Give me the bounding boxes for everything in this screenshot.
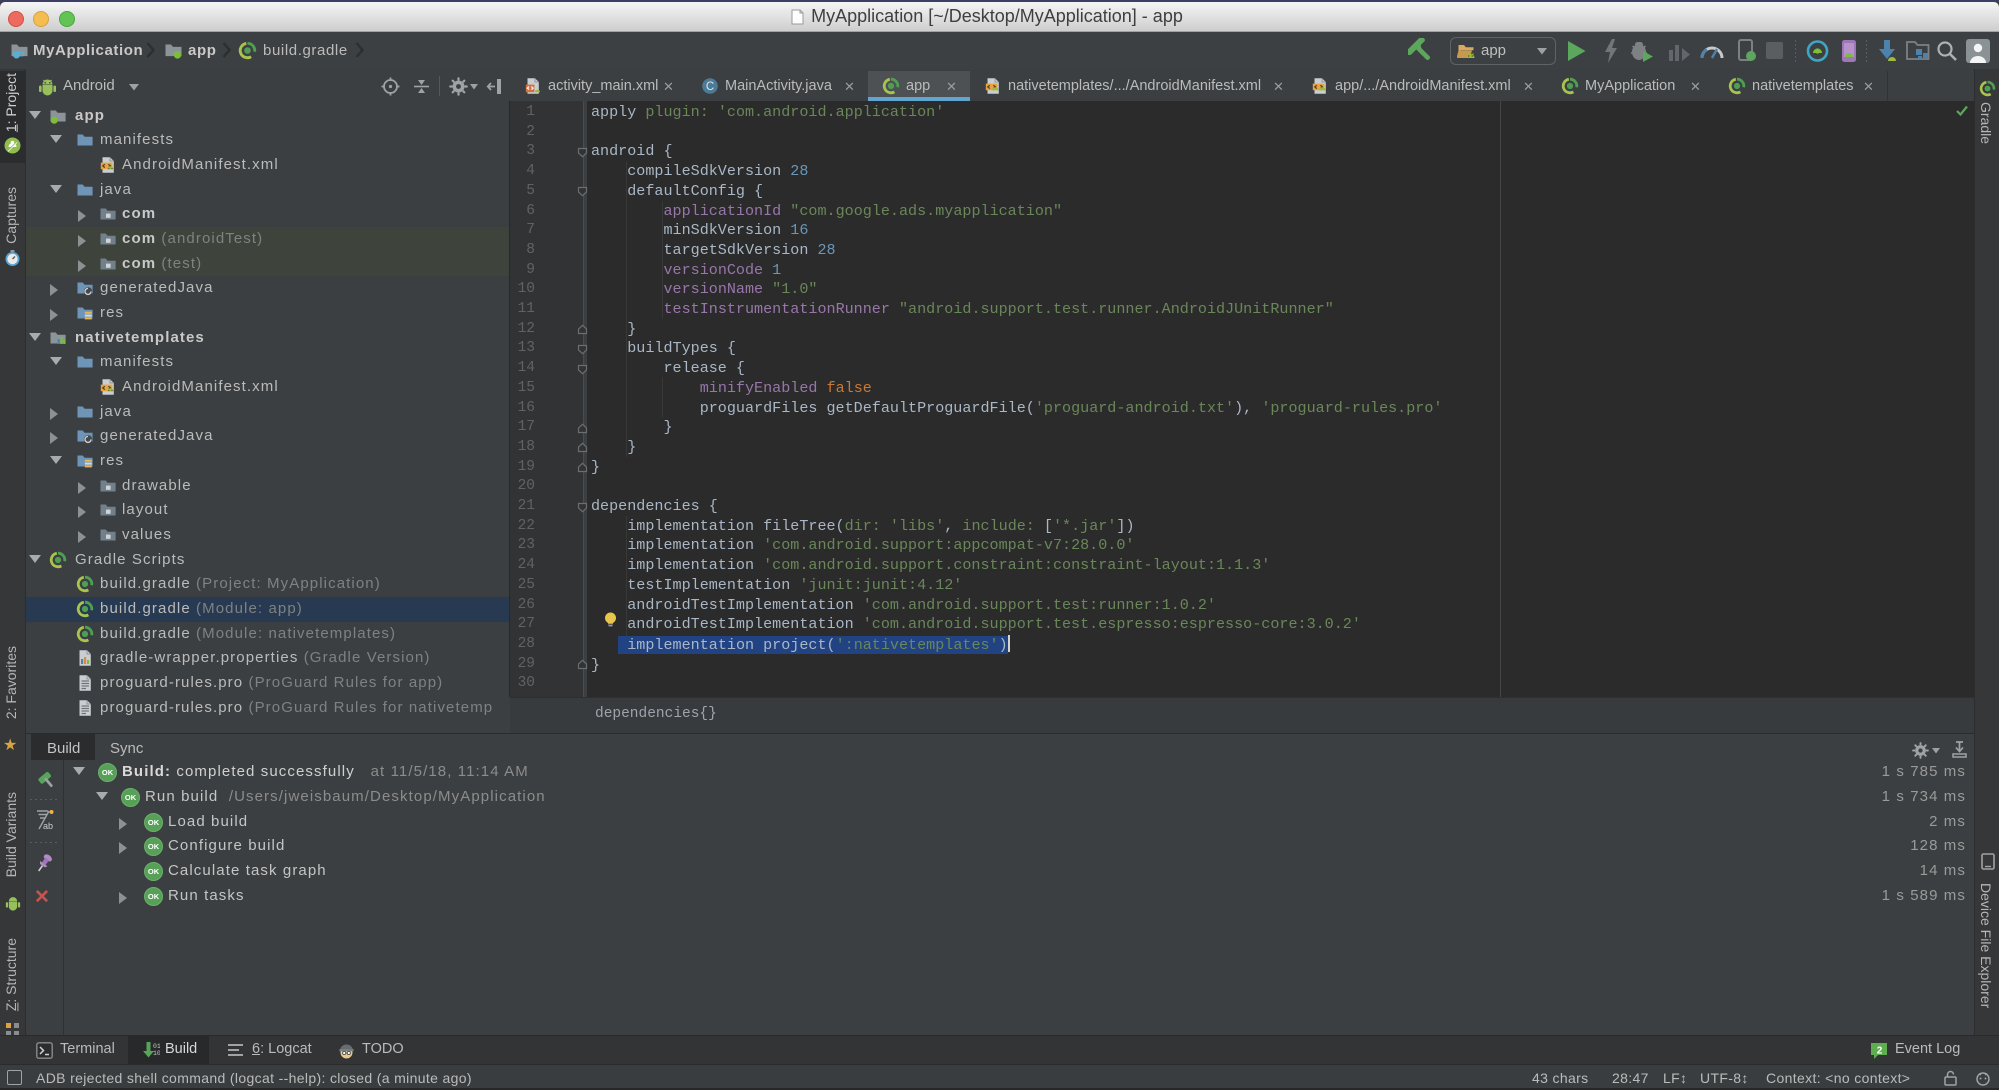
svg-text:C: C <box>706 81 714 93</box>
svg-text:10: 10 <box>153 1050 160 1057</box>
svg-text:2: 2 <box>1877 1046 1883 1057</box>
svg-text:01: 01 <box>153 1043 160 1050</box>
svg-text:ab: ab <box>43 821 53 831</box>
